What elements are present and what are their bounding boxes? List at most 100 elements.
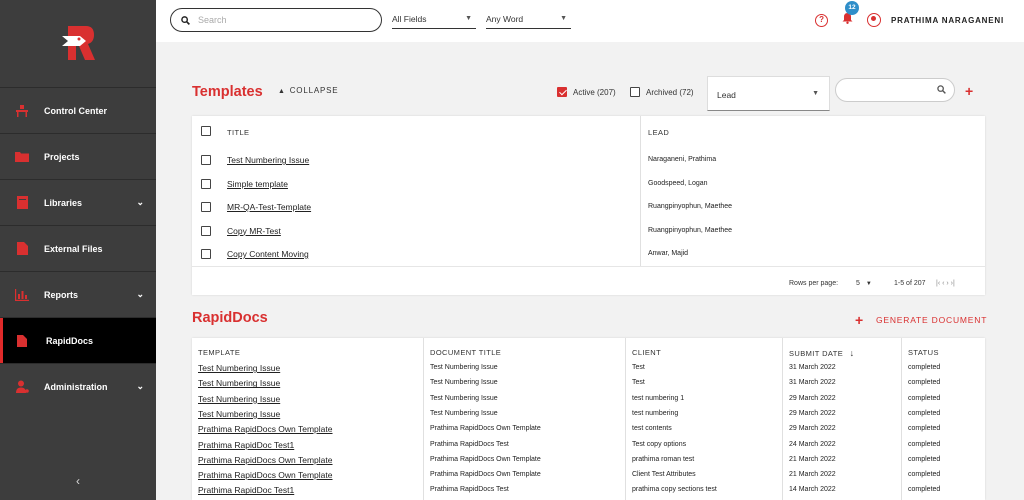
sidebar-item-rapiddocs[interactable]: RapidDocs (0, 317, 156, 363)
archived-checkbox[interactable] (630, 87, 640, 97)
templates-search-input[interactable] (835, 78, 955, 102)
status: completed (908, 455, 941, 463)
row-checkbox[interactable] (201, 202, 211, 212)
table-row: Prathima RapidDocs Own Template Prathima … (192, 421, 985, 436)
admin-user-icon (15, 380, 29, 394)
chevron-down-icon[interactable]: ⌄ (136, 289, 144, 300)
lead-column-header[interactable]: LEAD (648, 128, 669, 137)
rapiddocs-table: TEMPLATE DOCUMENT TITLE CLIENT SUBMIT DA… (192, 338, 985, 500)
chevron-down-icon[interactable]: ⌄ (136, 381, 144, 392)
notification-badge: 12 (845, 1, 860, 15)
add-template-button[interactable]: + (965, 83, 973, 99)
search-input[interactable] (198, 15, 368, 25)
active-checkbox[interactable] (557, 87, 567, 97)
submit-date-column-header[interactable]: SUBMIT DATE ↓ (789, 348, 855, 358)
sidebar-item-control-center[interactable]: Control Center (0, 87, 156, 133)
table-row: Copy MR-Test Ruangpinyophun, Maethee (192, 219, 985, 242)
status-column-header[interactable]: STATUS (908, 348, 939, 357)
active-filter-label: Active (207) (573, 87, 616, 97)
client: Test (632, 364, 645, 371)
sidebar-collapse-button[interactable]: ‹ (0, 474, 156, 496)
caret-up-icon: ▲ (278, 88, 286, 95)
table-row: Copy Content Moving Anwar, Majid (192, 242, 985, 265)
sidebar-item-external-files[interactable]: External Files (0, 225, 156, 271)
client: Test copy options (632, 440, 687, 448)
template-link[interactable]: Prathima RapidDocs Own Template (198, 424, 333, 434)
user-name[interactable]: PRATHIMA NARAGANENI (891, 16, 1004, 25)
sidebar: Control Center Projects Libraries ⌄ External… (0, 0, 156, 500)
client: prathima roman test (632, 455, 695, 463)
table-row: MR-QA-Test-Template Ruangpinyophun, Maeth… (192, 195, 985, 218)
notifications-button[interactable]: 12 (842, 1, 860, 29)
document-title-column-header[interactable]: DOCUMENT TITLE (430, 348, 501, 357)
template-link[interactable]: Prathima RapidDocs Own Template (198, 455, 333, 465)
active-filter[interactable]: Active (207) (557, 87, 616, 97)
collapse-button[interactable]: ▲ COLLAPSE (278, 86, 338, 95)
document-title: Prathima RapidDocs Own Template (430, 425, 541, 433)
templates-table: TITLE LEAD Test Numbering Issue Naraganen… (192, 116, 985, 295)
status: completed (908, 364, 941, 371)
template-title-link[interactable]: Copy Content Moving (227, 249, 309, 259)
client: test contents (632, 425, 672, 433)
generate-document-label: GENERATE DOCUMENT (875, 315, 988, 325)
field-filter-dropdown[interactable]: All Fields ▼ (392, 12, 476, 29)
table-row: Prathima RapidDoc Test1 Prathima RapidDoc… (192, 437, 985, 452)
row-checkbox[interactable] (201, 178, 211, 189)
rows-per-page-value: 5 (856, 280, 860, 287)
template-link[interactable]: Prathima RapidDocs Own Template (198, 470, 333, 480)
rows-per-page-label: Rows per page: (789, 280, 839, 287)
template-link[interactable]: Prathima RapidDoc Test1 (198, 440, 294, 450)
template-title-link[interactable]: MR-QA-Test-Template (227, 202, 311, 212)
table-row: Test Numbering Issue Test Numbering Issue… (192, 360, 985, 375)
desk-icon (15, 104, 29, 118)
template-link[interactable]: Prathima RapidDoc Test1 (198, 485, 294, 495)
row-checkbox[interactable] (201, 225, 211, 236)
template-lead: Ruangpinyophun, Maethee (648, 226, 733, 234)
chevron-down-icon[interactable]: ⌄ (136, 197, 144, 208)
row-checkbox[interactable] (201, 155, 211, 165)
sidebar-item-administration[interactable]: Administration ⌄ (0, 363, 156, 409)
client: Client Test Attributes (632, 471, 696, 479)
collapse-label: COLLAPSE (289, 86, 339, 95)
help-icon[interactable]: ? (815, 13, 829, 27)
template-link[interactable]: Test Numbering Issue (198, 378, 280, 388)
pagination-controls[interactable]: |‹ ‹ › ›| (936, 280, 955, 287)
document-title: Prathima RapidDocs Test (430, 440, 509, 448)
table-row: Test Numbering Issue Naraganeni, Prathima (192, 148, 985, 171)
select-all-checkbox[interactable] (201, 126, 211, 136)
rows-per-page-select[interactable]: 5 ▼ (856, 280, 872, 287)
search-icon (937, 85, 946, 94)
caret-down-icon: ▼ (865, 281, 872, 287)
client: prathima copy sections test (632, 486, 717, 494)
template-lead: Anwar, Majid (648, 250, 689, 257)
page-range: 1-5 of 207 (894, 280, 926, 287)
sidebar-item-label: Control Center (44, 105, 107, 116)
user-avatar-icon[interactable] (867, 13, 882, 27)
template-title-link[interactable]: Test Numbering Issue (227, 155, 309, 165)
table-row: Prathima RapidDocs Own Template Prathima … (192, 452, 985, 467)
row-checkbox[interactable] (201, 249, 211, 259)
template-title-link[interactable]: Copy MR-Test (227, 226, 281, 236)
lead-select[interactable]: Lead ▼ (707, 76, 830, 111)
templates-title: Templates (192, 84, 263, 100)
search-icon (181, 15, 190, 25)
client: test numbering (632, 409, 679, 417)
template-link[interactable]: Test Numbering Issue (198, 363, 280, 373)
generate-document-button[interactable]: + GENERATE DOCUMENT (855, 312, 987, 328)
word-filter-dropdown[interactable]: Any Word ▼ (486, 12, 571, 29)
document-title: Prathima RapidDocs Own Template (430, 455, 541, 463)
submit-date: 14 March 2022 (789, 486, 836, 494)
template-link[interactable]: Test Numbering Issue (198, 409, 280, 419)
template-column-header[interactable]: TEMPLATE (198, 348, 240, 357)
template-title-link[interactable]: Simple template (227, 179, 288, 189)
table-row: Test Numbering Issue Test Numbering Issue… (192, 391, 985, 406)
sidebar-item-reports[interactable]: Reports ⌄ (0, 271, 156, 317)
sidebar-item-libraries[interactable]: Libraries ⌄ (0, 179, 156, 225)
template-link[interactable]: Test Numbering Issue (198, 394, 280, 404)
archived-filter[interactable]: Archived (72) (630, 87, 694, 97)
table-row: Prathima RapidDoc Test1 Prathima RapidDoc… (192, 482, 985, 497)
sidebar-item-projects[interactable]: Projects (0, 133, 156, 179)
submit-date: 31 March 2022 (789, 379, 836, 387)
client-column-header[interactable]: CLIENT (632, 348, 661, 357)
title-column-header[interactable]: TITLE (227, 128, 249, 137)
